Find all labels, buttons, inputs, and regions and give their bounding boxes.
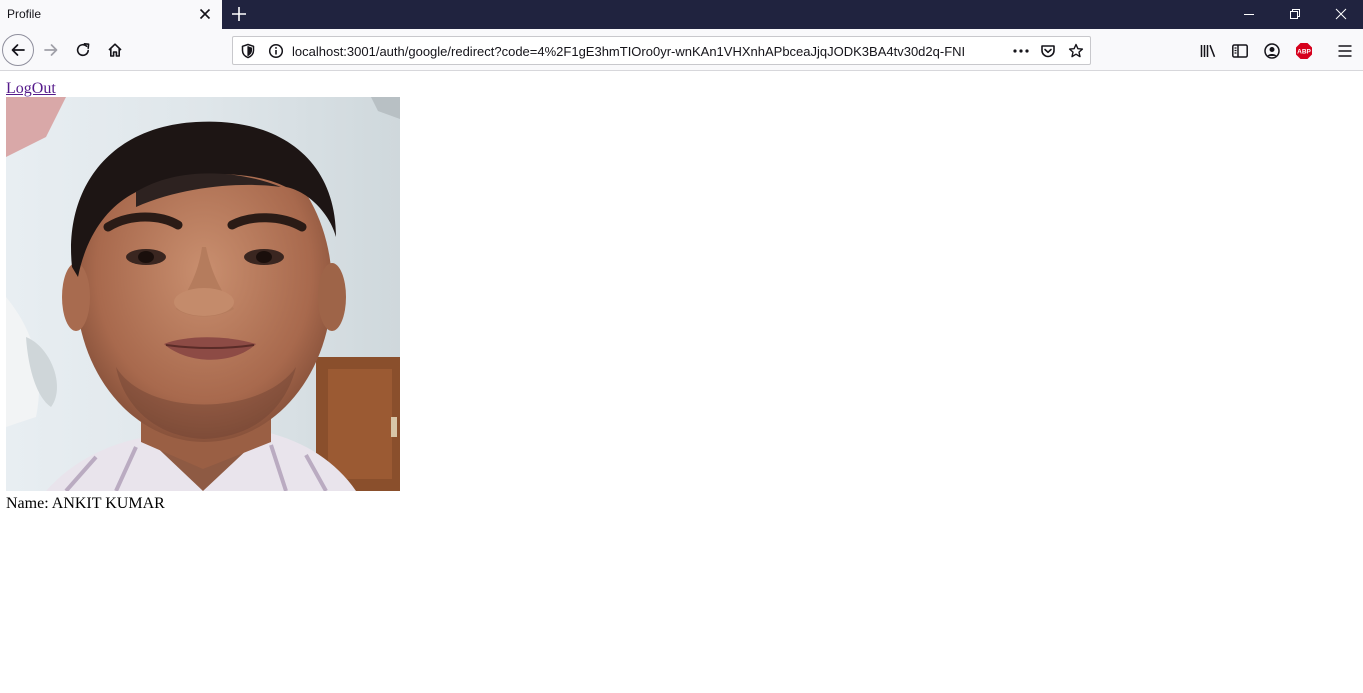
page-content: LogOut Name: ANKIT KUMAR xyxy=(0,71,1363,693)
pocket-icon[interactable] xyxy=(1040,43,1056,59)
reload-button[interactable] xyxy=(68,35,98,65)
navigation-toolbar: localhost:3001/auth/google/redirect?code… xyxy=(0,29,1363,71)
tracking-protection-shield-icon[interactable] xyxy=(240,43,256,59)
active-tab[interactable]: Profile xyxy=(0,0,222,29)
window-close-button[interactable] xyxy=(1318,0,1363,29)
home-icon xyxy=(108,43,122,57)
back-arrow-icon xyxy=(11,44,25,56)
adblock-plus-icon[interactable]: ABP xyxy=(1295,42,1313,60)
sidebar-icon[interactable] xyxy=(1231,42,1249,60)
abp-badge-text: ABP xyxy=(1297,49,1311,56)
address-bar[interactable]: localhost:3001/auth/google/redirect?code… xyxy=(232,36,1091,65)
tab-strip: Profile xyxy=(0,0,1363,29)
library-icon[interactable] xyxy=(1199,42,1217,60)
page-actions-ellipsis-icon[interactable] xyxy=(1011,43,1031,59)
bookmark-star-icon[interactable] xyxy=(1068,43,1084,59)
tab-title: Profile xyxy=(7,7,42,21)
forward-button[interactable] xyxy=(36,35,66,65)
restore-icon xyxy=(1290,9,1300,19)
tab-close-icon[interactable] xyxy=(197,6,213,22)
window-restore-button[interactable] xyxy=(1272,0,1318,29)
home-button[interactable] xyxy=(100,35,130,65)
window-minimize-button[interactable] xyxy=(1226,0,1272,29)
hamburger-menu-icon[interactable] xyxy=(1336,42,1354,60)
url-text[interactable]: localhost:3001/auth/google/redirect?code… xyxy=(292,43,1004,60)
forward-arrow-icon xyxy=(44,44,58,56)
logout-link[interactable]: LogOut xyxy=(6,79,56,98)
profile-name: Name: ANKIT KUMAR xyxy=(6,495,165,512)
close-icon xyxy=(1335,8,1347,20)
site-info-icon[interactable] xyxy=(268,43,284,59)
reload-icon xyxy=(76,43,90,57)
profile-photo xyxy=(6,97,400,491)
minimize-icon xyxy=(1244,14,1254,15)
account-icon[interactable] xyxy=(1263,42,1281,60)
new-tab-plus-icon[interactable] xyxy=(230,5,248,23)
back-button[interactable] xyxy=(2,34,34,66)
